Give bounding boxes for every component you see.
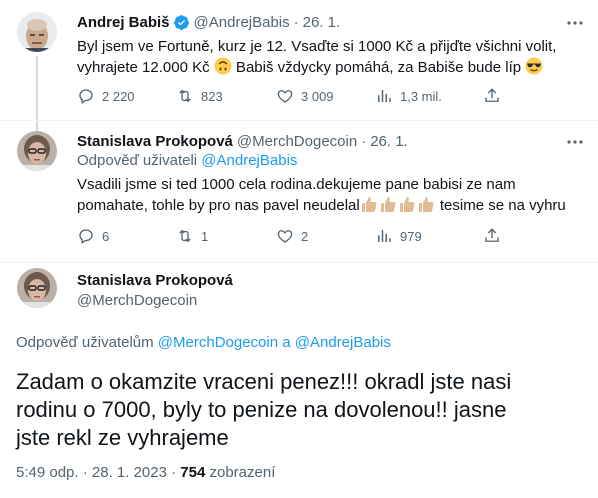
text-segment: vyhrajete 12.000 Kč	[77, 59, 214, 76]
views-count: 1,3 mil.	[400, 88, 442, 104]
author-name[interactable]: Stanislava Prokopová	[77, 133, 233, 150]
retweet-button[interactable]: 1	[176, 227, 208, 245]
views-count: 979	[400, 228, 422, 244]
like-count: 2	[301, 228, 309, 244]
avatar[interactable]	[17, 131, 57, 171]
author-handle[interactable]: @AndrejBabis	[194, 14, 290, 31]
tweet-text-line: rodinu o 7000, byly to penize na dovolen…	[16, 397, 507, 422]
views-label: zobrazení	[205, 464, 276, 481]
author-handle[interactable]: @MerchDogecoin	[77, 292, 197, 309]
tweet-actions: 2 220 823 3 009 1,3 mil.	[77, 87, 507, 107]
upside-down-face-emoji-icon	[214, 57, 232, 81]
sunglasses-emoji-icon	[525, 57, 543, 81]
reply-button[interactable]: 6	[77, 227, 109, 245]
author-name[interactable]: Stanislava Prokopová	[77, 272, 233, 289]
tweet-text-line: Vsadili jsme si ted 1000 cela rodina.dek…	[77, 176, 516, 193]
thread-line	[36, 121, 38, 131]
author-handle[interactable]: @MerchDogecoin	[237, 133, 357, 150]
share-icon	[485, 228, 499, 242]
replying-to-label: Odpověď uživateli	[77, 152, 202, 169]
tweet-text: Byl jsem ve Fortuně, kurz je 12. Vsaďte …	[77, 36, 582, 81]
views-count: 754	[180, 464, 206, 481]
retweet-icon	[179, 89, 191, 103]
reply-count: 6	[102, 228, 110, 244]
replying-to-link[interactable]: @AndrejBabis	[201, 152, 297, 169]
like-count: 3 009	[301, 88, 334, 104]
views-chart-icon	[378, 230, 391, 242]
more-icon[interactable]	[566, 14, 584, 32]
separator-dot: ·	[361, 132, 367, 150]
like-button[interactable]: 3 009	[276, 87, 334, 105]
text-segment: pomahate, tohle by pro nas pavel neudela…	[77, 197, 360, 214]
reply-count: 2 220	[102, 88, 135, 104]
thumbs-up-emoji-icon	[360, 195, 436, 219]
tweet-date[interactable]: 26. 1.	[370, 133, 408, 150]
replying-to: Odpověď uživatelům @MerchDogecoin a @And…	[16, 334, 391, 351]
retweet-count: 1	[201, 228, 209, 244]
retweet-button[interactable]: 823	[176, 87, 223, 105]
replying-to-link[interactable]: @MerchDogecoin	[158, 334, 278, 351]
tweet-reply[interactable]: Stanislava Prokopová @MerchDogecoin · 26…	[0, 121, 598, 262]
views-button[interactable]: 979	[375, 227, 422, 245]
tweet-meta: 5:49 odp. · 28. 1. 2023 · 754 zobrazení	[16, 464, 275, 481]
more-icon[interactable]	[566, 133, 584, 151]
separator-dot: ·	[293, 13, 299, 31]
heart-icon	[277, 230, 293, 243]
views-chart-icon	[378, 90, 391, 102]
share-button[interactable]	[483, 227, 508, 245]
heart-icon	[277, 90, 293, 103]
verified-badge-icon	[173, 14, 190, 31]
tweet-text-line: Byl jsem ve Fortuně, kurz je 12. Vsaďte …	[77, 38, 557, 55]
tweet-date[interactable]: 26. 1.	[303, 14, 341, 31]
replying-to: Odpověď uživateli @AndrejBabis	[77, 152, 297, 169]
tweet-text-line: jste rekl ze vyhrajeme	[16, 425, 229, 450]
tweet-header: Stanislava Prokopová @MerchDogecoin · 26…	[77, 131, 408, 151]
thread-line	[36, 56, 38, 122]
tweet-text: Vsadili jsme si ted 1000 cela rodina.dek…	[77, 174, 582, 219]
replying-to-link[interactable]: @AndrejBabis	[295, 334, 391, 351]
text-segment: tesime se na vyhru	[435, 197, 566, 214]
tweet-actions: 6 1 2 979	[77, 227, 507, 247]
retweet-count: 823	[201, 88, 223, 104]
tweet-thread: Andrej Babiš @AndrejBabis · 26. 1. Byl j…	[0, 0, 598, 498]
tweet-text: Zadam o okamzite vraceni penez!!! okradl…	[16, 368, 586, 452]
avatar[interactable]	[17, 12, 57, 52]
tweet-header: Andrej Babiš @AndrejBabis · 26. 1.	[77, 12, 340, 32]
share-button[interactable]	[483, 87, 508, 105]
reply-button[interactable]: 2 220	[77, 87, 135, 105]
replying-to-label: Odpověď uživatelům	[16, 334, 158, 351]
retweet-icon	[179, 229, 191, 243]
reply-icon	[79, 89, 93, 105]
share-icon	[485, 88, 499, 102]
avatar[interactable]	[17, 268, 57, 308]
tweet-text-line: vyhrajete 12.000 Kč Babiš vždycky pomáhá…	[77, 57, 582, 81]
tweet-text-line: Zadam o okamzite vraceni penez!!! okradl…	[16, 369, 512, 394]
replying-to-and: a	[278, 334, 295, 351]
views-button[interactable]: 1,3 mil.	[375, 87, 442, 105]
reply-icon	[79, 229, 93, 245]
tweet-text-line: pomahate, tohle by pro nas pavel neudela…	[77, 195, 582, 219]
author-name[interactable]: Andrej Babiš	[77, 14, 170, 31]
tweet-timestamp[interactable]: 5:49 odp. · 28. 1. 2023 ·	[16, 464, 180, 481]
tweet-babis[interactable]: Andrej Babiš @AndrejBabis · 26. 1. Byl j…	[0, 0, 598, 122]
tweet-focused: Stanislava Prokopová @MerchDogecoin Odpo…	[0, 263, 598, 498]
like-button[interactable]: 2	[276, 227, 308, 245]
text-segment: Babiš vždycky pomáhá, za Babiše bude líp	[231, 59, 526, 76]
